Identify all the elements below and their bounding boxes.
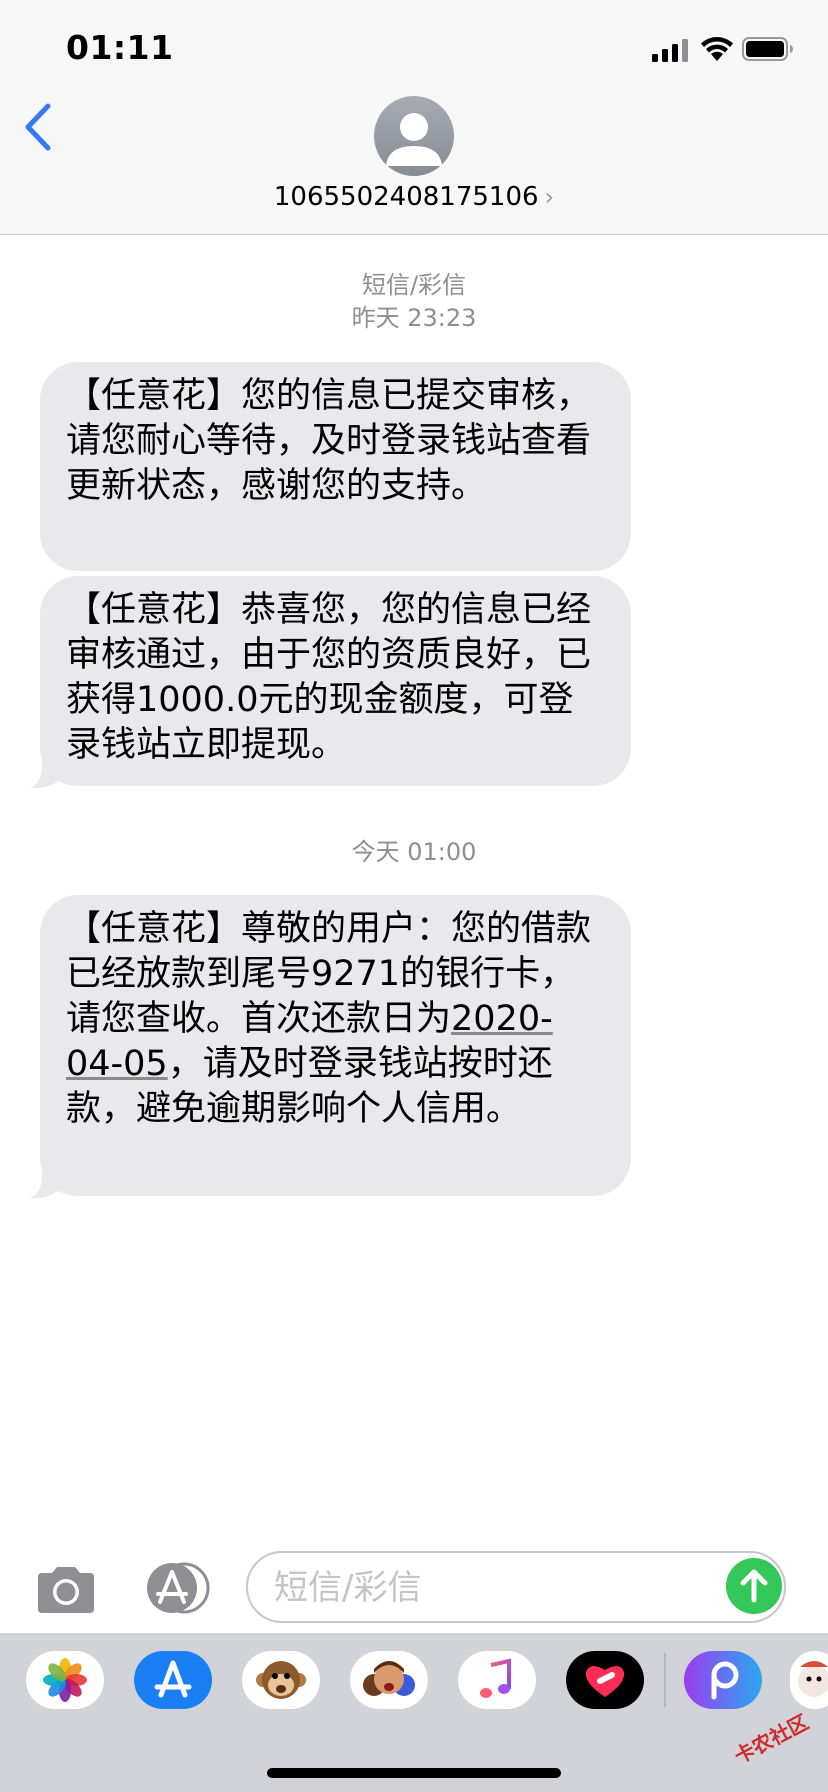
camera-icon[interactable] [34,1565,98,1615]
app-store-app[interactable] [134,1651,212,1709]
music-note-icon [480,1658,511,1698]
cellular-signal-icon [652,39,688,62]
music-app[interactable] [458,1651,536,1709]
bubble-tail [30,1166,64,1199]
contact-avatar[interactable] [374,96,454,176]
person-silhouette-icon [386,113,442,166]
digital-touch-app[interactable] [566,1651,644,1709]
message-bubble-2[interactable]: 【任意花】恭喜您，您的信息已经审核通过，由于您的资质良好，已获得1000.0元的… [40,576,631,786]
wifi-icon [701,37,733,61]
send-button[interactable] [726,1558,782,1614]
contact-name[interactable]: 1065502408175106 › [0,182,828,212]
conversation-header: 01:11 1065502408175106 › [0,0,828,235]
arrow-up-icon [740,1569,768,1603]
message-input[interactable] [272,1565,706,1611]
message-bubble-3[interactable]: 【任意花】尊敬的用户：您的借款已经放款到尾号9271的银行卡，请您查收。首次还款… [40,895,631,1196]
memoji-icon [363,1661,415,1696]
app-store-icon [154,1660,192,1698]
animoji-app[interactable] [242,1651,320,1709]
timestamp-today: 今天 01:00 [351,838,477,866]
app-store-button-icon[interactable] [140,1562,212,1614]
compose-field[interactable] [246,1551,786,1623]
contact-number: 1065502408175106 [273,182,539,212]
message-text-2: 【任意花】恭喜您，您的信息已经审核通过，由于您的资质良好，已获得1000.0元的… [66,590,592,765]
message-type-label: 短信/彩信 [361,271,467,299]
battery-icon [742,37,793,61]
memoji-app[interactable] [350,1651,428,1709]
app-strip-divider [664,1653,666,1707]
message-bubble-1[interactable]: 【任意花】您的信息已提交审核，请您耐心等待，及时登录钱站查看更新状态，感谢您的支… [40,362,631,571]
timestamp-yesterday: 昨天 23:23 [351,304,477,332]
digital-touch-heart-icon [585,1665,625,1697]
message-text-1: 【任意花】您的信息已提交审核，请您耐心等待，及时登录钱站查看更新状态，感谢您的支… [66,376,592,506]
contact-chevron-icon: › [544,183,555,211]
photos-icon [43,1658,87,1702]
home-indicator[interactable] [267,1768,561,1778]
picsart-icon [711,1661,739,1700]
photos-app[interactable] [26,1651,104,1709]
status-time: 01:11 [66,28,174,67]
picsart-app[interactable] [684,1651,762,1709]
back-chevron-icon[interactable] [22,102,54,152]
bubble-tail [30,756,64,789]
monkey-icon [256,1661,306,1699]
message-text-3: 【任意花】尊敬的用户：您的借款已经放款到尾号9271的银行卡，请您查收。首次还款… [66,907,607,1132]
